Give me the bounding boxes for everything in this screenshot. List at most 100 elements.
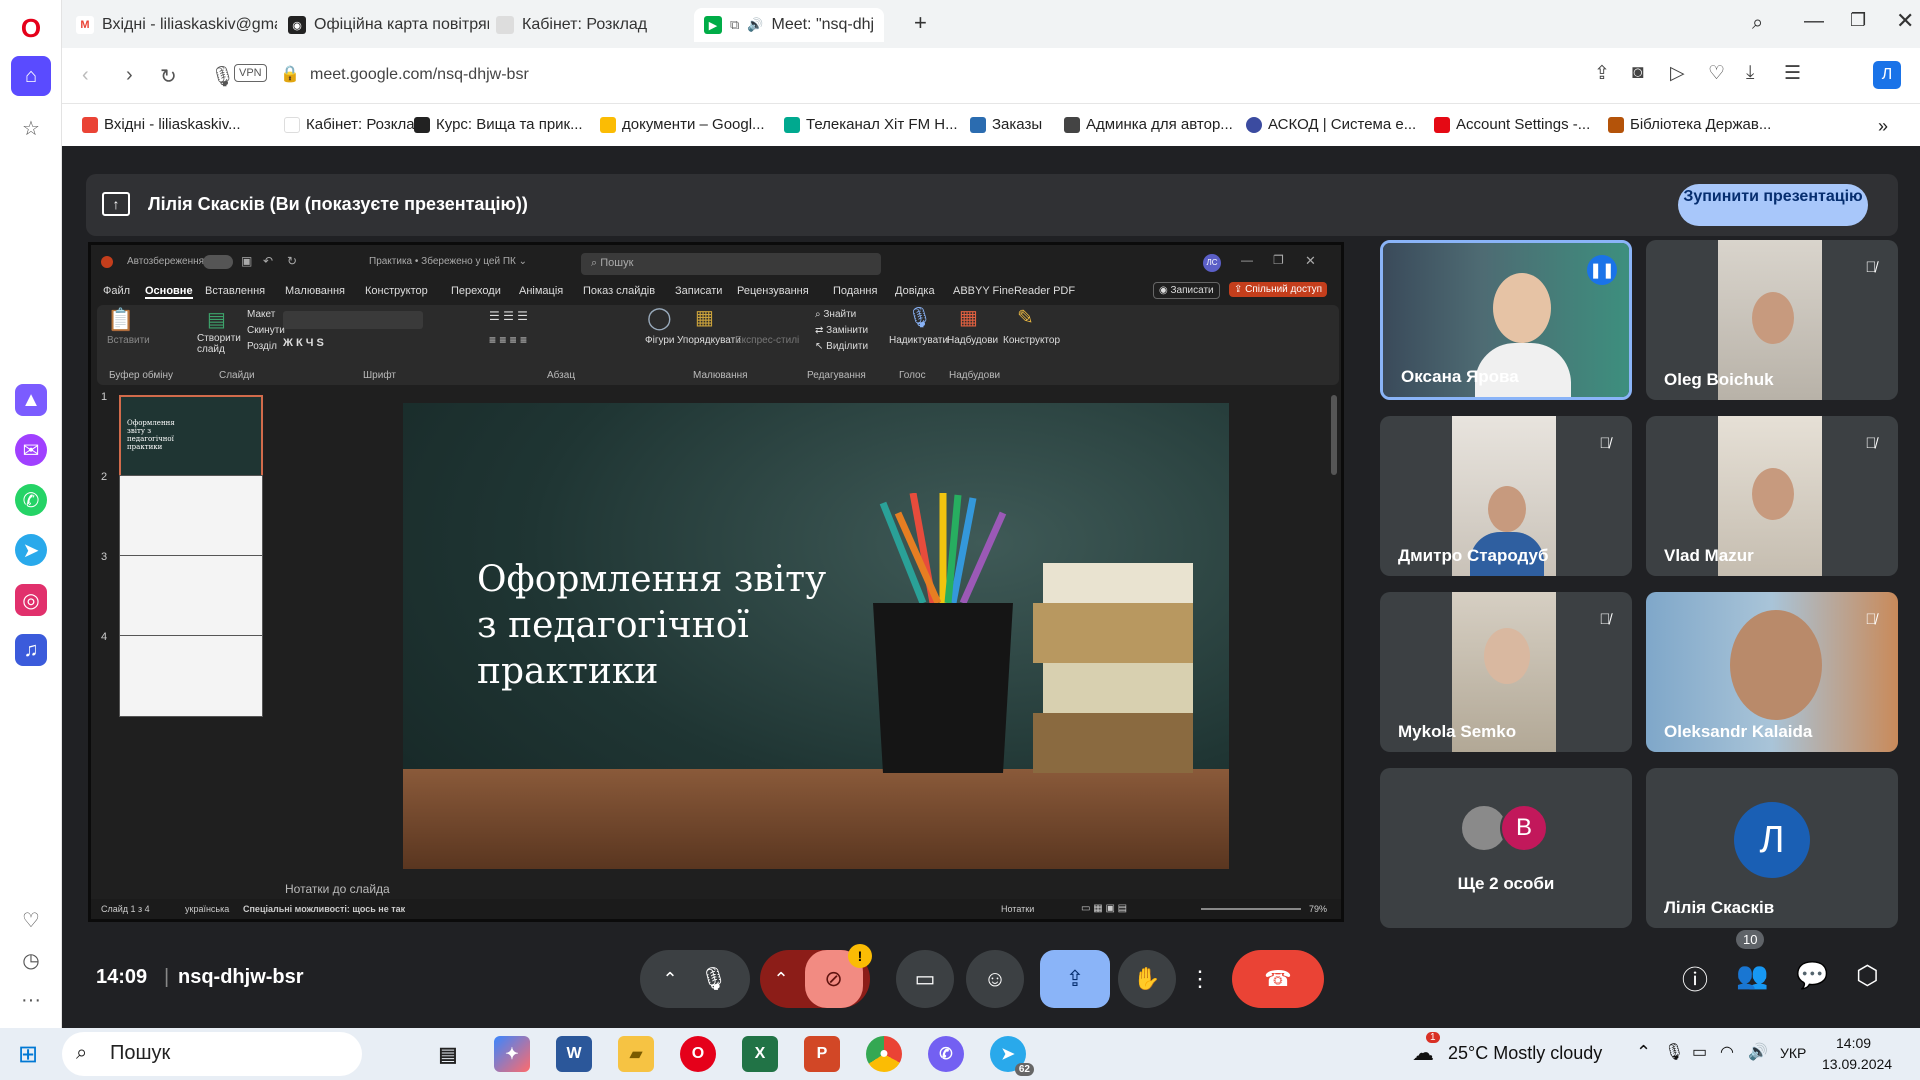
- view-buttons-icon[interactable]: ▭ ▦ ▣ ▤: [1081, 903, 1127, 914]
- bookmark-item[interactable]: Кабінет: Розклад: [284, 116, 423, 133]
- quick-styles-button[interactable]: Експрес-стилі: [735, 335, 799, 346]
- undo-icon[interactable]: ↶: [263, 254, 273, 268]
- bookmark-item[interactable]: Бібліотека Держав...: [1608, 116, 1771, 133]
- file-explorer-icon[interactable]: ▰: [618, 1036, 654, 1072]
- autosave-toggle[interactable]: [203, 255, 233, 269]
- play-icon[interactable]: ▷: [1670, 62, 1685, 85]
- excel-icon[interactable]: X: [742, 1036, 778, 1072]
- music-icon[interactable]: ♫: [15, 634, 47, 666]
- camera-button[interactable]: ⌃ ⊘ !: [760, 944, 872, 1008]
- minimize-button[interactable]: —: [1804, 10, 1824, 33]
- telegram-taskbar-icon[interactable]: ➤ 62: [990, 1036, 1034, 1076]
- new-tab-button[interactable]: +: [914, 10, 927, 36]
- addins-icon[interactable]: ▦: [959, 305, 978, 330]
- chrome-icon[interactable]: ●: [866, 1036, 902, 1072]
- shapes-icon[interactable]: ◯: [647, 305, 672, 331]
- paste-button[interactable]: Вставити: [107, 335, 150, 346]
- participant-tile[interactable]: ❚❚ Оксана Ярова: [1380, 240, 1632, 400]
- easy-setup-icon[interactable]: ☰: [1784, 62, 1801, 85]
- instagram-icon[interactable]: ◎: [15, 584, 47, 616]
- menu-insert[interactable]: Вставлення: [205, 285, 265, 297]
- designer-button[interactable]: Конструктор: [1003, 335, 1060, 346]
- taskbar-search[interactable]: ⌕ Пошук: [62, 1032, 362, 1076]
- menu-slideshow[interactable]: Показ слайдів: [583, 285, 655, 297]
- participant-tile[interactable]: 🎙̸ Mykola Semko: [1380, 592, 1632, 752]
- ppt-search-input[interactable]: ⌕ Пошук: [581, 253, 881, 275]
- share-button[interactable]: ⇪ Спільний доступ: [1229, 282, 1328, 297]
- bold-icon[interactable]: Ж К Ч S: [283, 337, 324, 349]
- more-bookmarks-icon[interactable]: »: [1878, 116, 1888, 137]
- more-icon[interactable]: ···: [11, 980, 51, 1020]
- menu-view[interactable]: Подання: [833, 285, 877, 297]
- chevron-up-icon[interactable]: ⌃: [1636, 1042, 1651, 1063]
- menu-draw[interactable]: Малювання: [285, 285, 345, 297]
- bookmark-item[interactable]: АСКОД | Система е...: [1246, 116, 1416, 133]
- profile-avatar[interactable]: Л: [1873, 61, 1901, 89]
- slide-thumbnail-4[interactable]: [119, 635, 263, 717]
- find-button[interactable]: ⌕ Знайти: [815, 309, 856, 320]
- participant-tile[interactable]: 🎙̸ Vlad Mazur: [1646, 416, 1898, 576]
- volume-icon[interactable]: 🔊: [1748, 1042, 1768, 1062]
- menu-animation[interactable]: Анімація: [519, 285, 563, 297]
- close-icon[interactable]: ✕: [1305, 253, 1316, 269]
- zoom-level[interactable]: 79%: [1309, 904, 1327, 914]
- powerpoint-taskbar-icon[interactable]: P: [804, 1036, 840, 1072]
- slide-thumbnail-1[interactable]: Оформлення звіту з педагогічної практики: [119, 395, 263, 477]
- shapes-button[interactable]: Фігури: [645, 335, 675, 346]
- participant-tile[interactable]: 🎙̸ Oleg Boichuk: [1646, 240, 1898, 400]
- current-slide[interactable]: Оформлення звіту з педагогічної практики: [403, 403, 1229, 869]
- align-icon[interactable]: ≡ ≡ ≡ ≡: [489, 333, 527, 347]
- maximize-button[interactable]: ❐: [1850, 10, 1866, 31]
- status-accessibility[interactable]: Спеціальні можливості: щось не так: [243, 904, 405, 914]
- more-options-button[interactable]: ⋮: [1180, 950, 1220, 1008]
- whatsapp-icon[interactable]: ✆: [15, 484, 47, 516]
- heart-icon[interactable]: ♡: [11, 900, 51, 940]
- slide-thumbnail-2[interactable]: [119, 475, 263, 557]
- taskbar-date[interactable]: 13.09.2024: [1822, 1056, 1892, 1072]
- picture-in-picture-icon[interactable]: ⧉: [730, 17, 739, 33]
- tab-gmail[interactable]: M Вхідні - liliaskaskiv@gmail: [66, 8, 287, 42]
- back-icon[interactable]: ‹: [82, 64, 89, 87]
- arrange-icon[interactable]: ▦: [695, 305, 714, 330]
- designer-icon[interactable]: ✎: [1017, 305, 1034, 330]
- aria-icon[interactable]: ▲: [15, 384, 47, 416]
- home-icon[interactable]: ⌂: [11, 56, 51, 96]
- bookmark-item[interactable]: Админка для автор...: [1064, 116, 1233, 133]
- windows-start-icon[interactable]: ⊞: [18, 1040, 38, 1069]
- arrange-button[interactable]: Упорядкувати: [677, 335, 741, 346]
- menu-record[interactable]: Записати: [675, 285, 722, 297]
- weather-text[interactable]: 25°C Mostly cloudy: [1448, 1043, 1602, 1064]
- chat-icon[interactable]: 💬: [1796, 960, 1828, 991]
- replace-button[interactable]: ⇄ Замінити: [815, 325, 868, 336]
- lock-icon[interactable]: 🔒: [280, 64, 300, 84]
- reset-button[interactable]: Скинути: [247, 325, 285, 336]
- captions-button[interactable]: ▭: [896, 950, 954, 1008]
- record-button[interactable]: ◉ Записати: [1153, 282, 1220, 299]
- bookmark-item[interactable]: Заказы: [970, 116, 1042, 133]
- slide-scrollbar[interactable]: [1331, 395, 1337, 475]
- tab-air-map[interactable]: ◉ Офіційна карта повітрян: [278, 8, 499, 42]
- activities-icon[interactable]: ⬡: [1856, 960, 1879, 991]
- tab-schedule[interactable]: Кабінет: Розклад: [486, 8, 707, 42]
- layout-button[interactable]: Макет: [247, 309, 275, 320]
- reload-icon[interactable]: ↻: [160, 64, 177, 89]
- chevron-up-icon[interactable]: ⌃: [773, 969, 788, 990]
- taskbar-time[interactable]: 14:09: [1836, 1035, 1871, 1051]
- history-icon[interactable]: ◷: [11, 940, 51, 980]
- bookmark-item[interactable]: документи – Googl...: [600, 116, 765, 133]
- share-icon[interactable]: ⇪: [1594, 62, 1610, 85]
- weather-icon[interactable]: ☁: [1412, 1040, 1434, 1066]
- zoom-slider[interactable]: [1201, 908, 1301, 910]
- user-avatar[interactable]: ЛС: [1203, 254, 1221, 272]
- word-icon[interactable]: W: [556, 1036, 592, 1072]
- maximize-button[interactable]: ❐: [1273, 253, 1284, 267]
- menu-design[interactable]: Конструктор: [365, 285, 428, 297]
- new-slide-button[interactable]: Створити слайд: [197, 333, 241, 355]
- vpn-badge[interactable]: VPN: [234, 64, 267, 82]
- star-icon[interactable]: ☆: [11, 108, 51, 148]
- status-notes-button[interactable]: Нотатки: [1001, 904, 1034, 914]
- menu-transitions[interactable]: Переходи: [451, 285, 501, 297]
- download-icon[interactable]: ⤓: [1746, 62, 1754, 84]
- bookmark-item[interactable]: Курс: Вища та прик...: [414, 116, 583, 133]
- bookmark-item[interactable]: Вхідні - liliaskaskiv...: [82, 116, 241, 133]
